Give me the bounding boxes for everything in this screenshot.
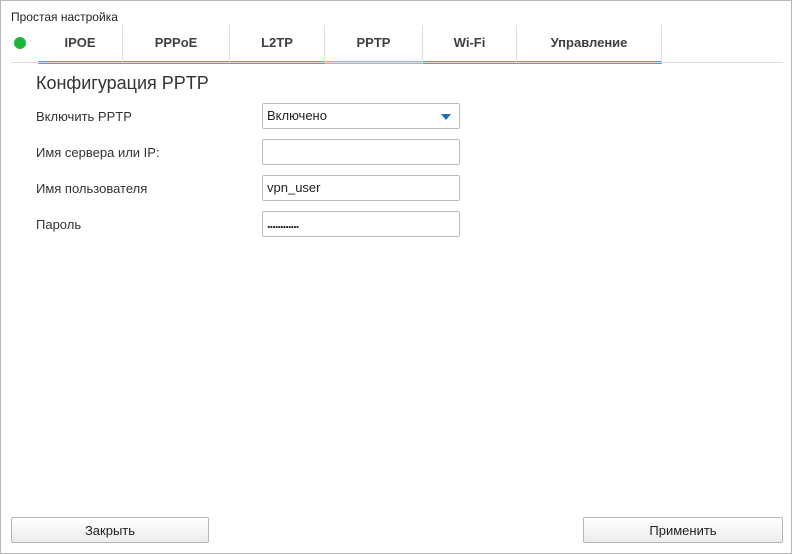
status-dot-icon [14,37,26,49]
close-button[interactable]: Закрыть [11,517,209,543]
enable-pptp-select[interactable]: Включено [262,103,460,129]
tab-ipoe[interactable]: IPOE [38,25,123,64]
tab-management[interactable]: Управление [517,25,662,64]
server-input[interactable] [262,139,460,165]
username-label: Имя пользователя [36,181,148,196]
tab-pptp[interactable]: PPTP [325,25,423,64]
quick-setup-window: Простая настройка IPOE PPPoE L2TP PPTP W… [0,0,792,554]
chevron-down-icon [441,114,451,120]
tab-l2tp[interactable]: L2TP [230,25,325,64]
password-label: Пароль [36,217,82,232]
enable-pptp-value: Включено [267,108,327,123]
tab-pppoe[interactable]: PPPoE [123,25,230,64]
server-label: Имя сервера или IP: [36,145,160,160]
enable-pptp-label: Включить PPTP [36,109,132,124]
username-input[interactable]: vpn_user [262,175,460,201]
tab-wifi[interactable]: Wi-Fi [423,25,517,64]
apply-button[interactable]: Применить [583,517,783,543]
tab-bar: IPOE PPPoE L2TP PPTP Wi-Fi Управление [11,25,783,64]
window-title: Простая настройка [11,10,118,24]
tab-bar-divider [11,62,783,63]
section-title: Конфигурация PPTP [36,73,209,93]
password-input[interactable]: ............ [262,211,460,237]
